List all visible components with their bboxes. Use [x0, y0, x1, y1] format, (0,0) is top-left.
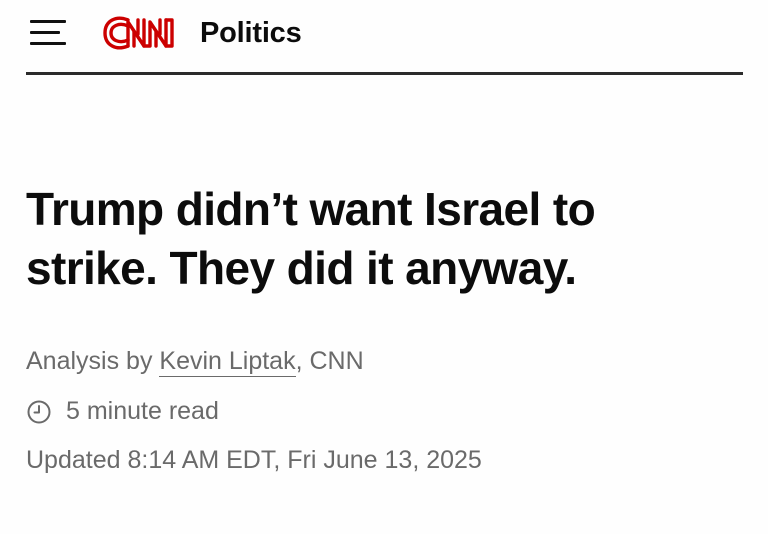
byline: Analysis by Kevin Liptak, CNN [26, 347, 746, 377]
menu-bar-top [30, 20, 66, 23]
read-time: 5 minute read [26, 397, 746, 426]
updated-timestamp: Updated 8:14 AM EDT, Fri June 13, 2025 [26, 446, 482, 474]
menu-bar-bottom [30, 42, 66, 45]
byline-prefix: Analysis by [26, 347, 160, 375]
cnn-politics-home-link[interactable]: Politics [102, 10, 302, 56]
cnn-logo [103, 16, 174, 50]
article-headline: Trump didn’t want Israel to strike. They… [26, 183, 596, 294]
site-header: Politics [26, 0, 743, 76]
byline-suffix: , CNN [295, 347, 364, 375]
clock-icon [27, 400, 51, 423]
author-link[interactable]: Kevin Liptak [159, 347, 296, 377]
menu-bar-middle [30, 31, 60, 34]
read-time-label: 5 minute read [66, 397, 219, 425]
section-name[interactable]: Politics [200, 17, 302, 50]
hamburger-menu-icon[interactable] [30, 18, 68, 48]
header-divider [26, 72, 743, 75]
